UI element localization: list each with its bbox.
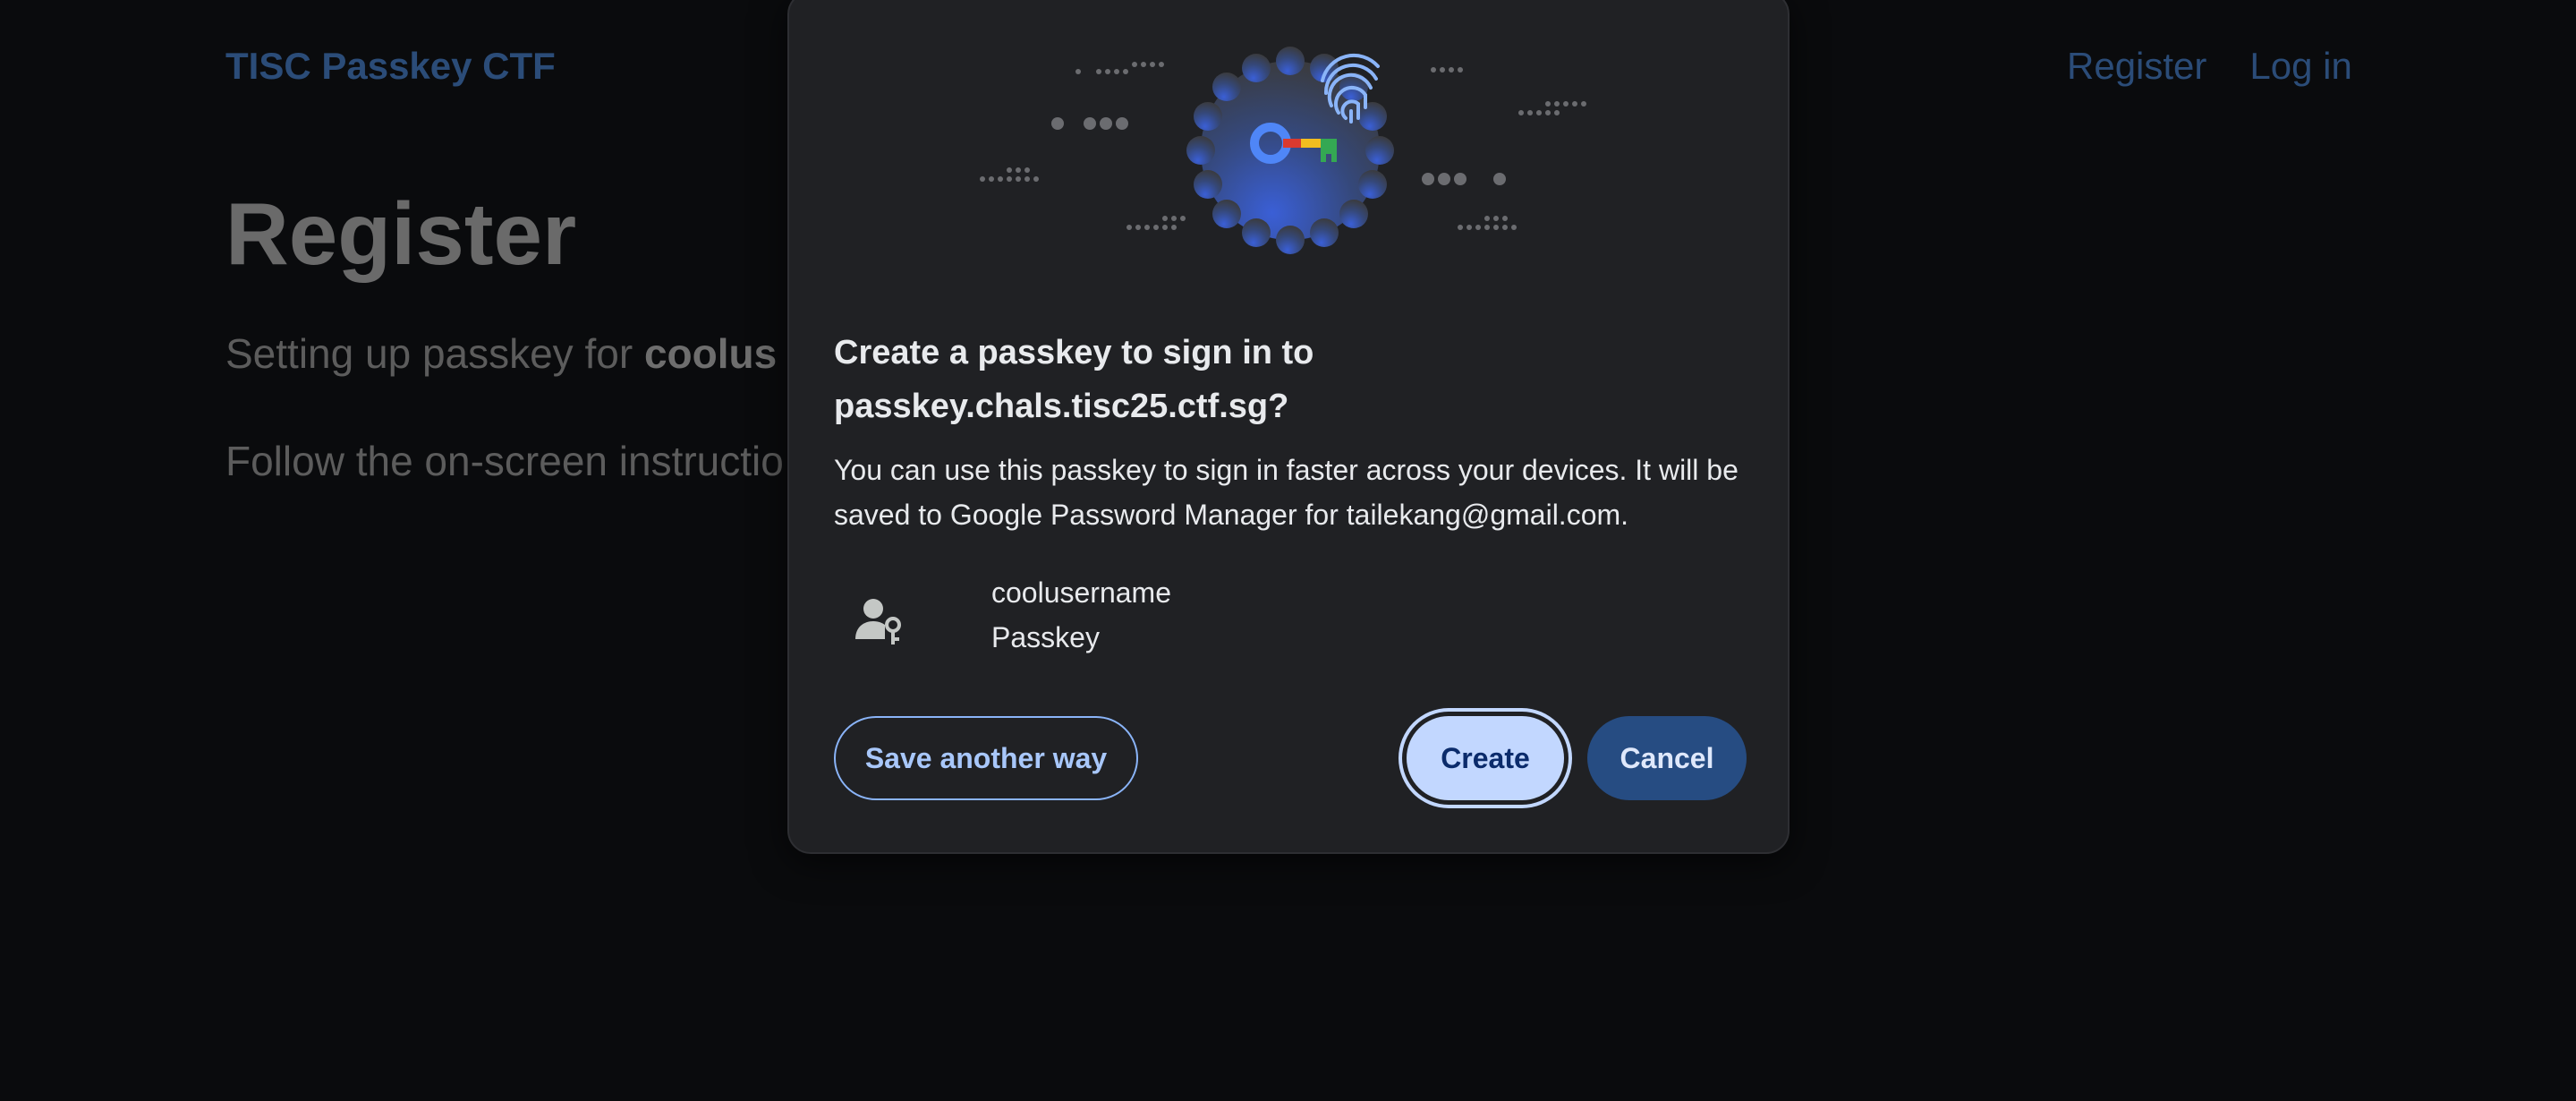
passkey-badge — [1186, 47, 1394, 254]
top-nav: Register Log in — [2067, 45, 2352, 88]
decorative-dots-left — [980, 62, 1186, 230]
passkey-illustration-icon — [980, 47, 1586, 254]
account-username: coolusername — [991, 576, 1171, 609]
nav-login-link[interactable]: Log in — [2249, 45, 2351, 88]
setup-username: coolus — [643, 330, 778, 377]
person-key-icon — [855, 599, 901, 644]
account-credential-type: Passkey — [991, 621, 1100, 653]
instructions-text: Follow the on-screen instructio — [225, 438, 784, 484]
setup-text: Setting up passkey for coolus — [225, 329, 777, 378]
decorative-dots-right — [1422, 67, 1586, 230]
save-another-way-button[interactable]: Save another way — [834, 716, 1138, 800]
account-row: coolusername Passkey — [834, 575, 1747, 664]
nav-register-link[interactable]: Register — [2067, 45, 2206, 88]
create-button[interactable]: Create — [1407, 716, 1564, 800]
page-title: Register — [225, 184, 577, 283]
brand-logo-text[interactable]: TISC Passkey CTF — [225, 45, 556, 88]
cancel-button[interactable]: Cancel — [1587, 716, 1747, 800]
dialog-description: You can use this passkey to sign in fast… — [834, 454, 1739, 531]
passkey-dialog: Create a passkey to sign in to passkey.c… — [787, 0, 1790, 854]
setup-prefix: Setting up passkey for — [225, 330, 644, 377]
dialog-title: Create a passkey to sign in to passkey.c… — [834, 334, 1314, 425]
